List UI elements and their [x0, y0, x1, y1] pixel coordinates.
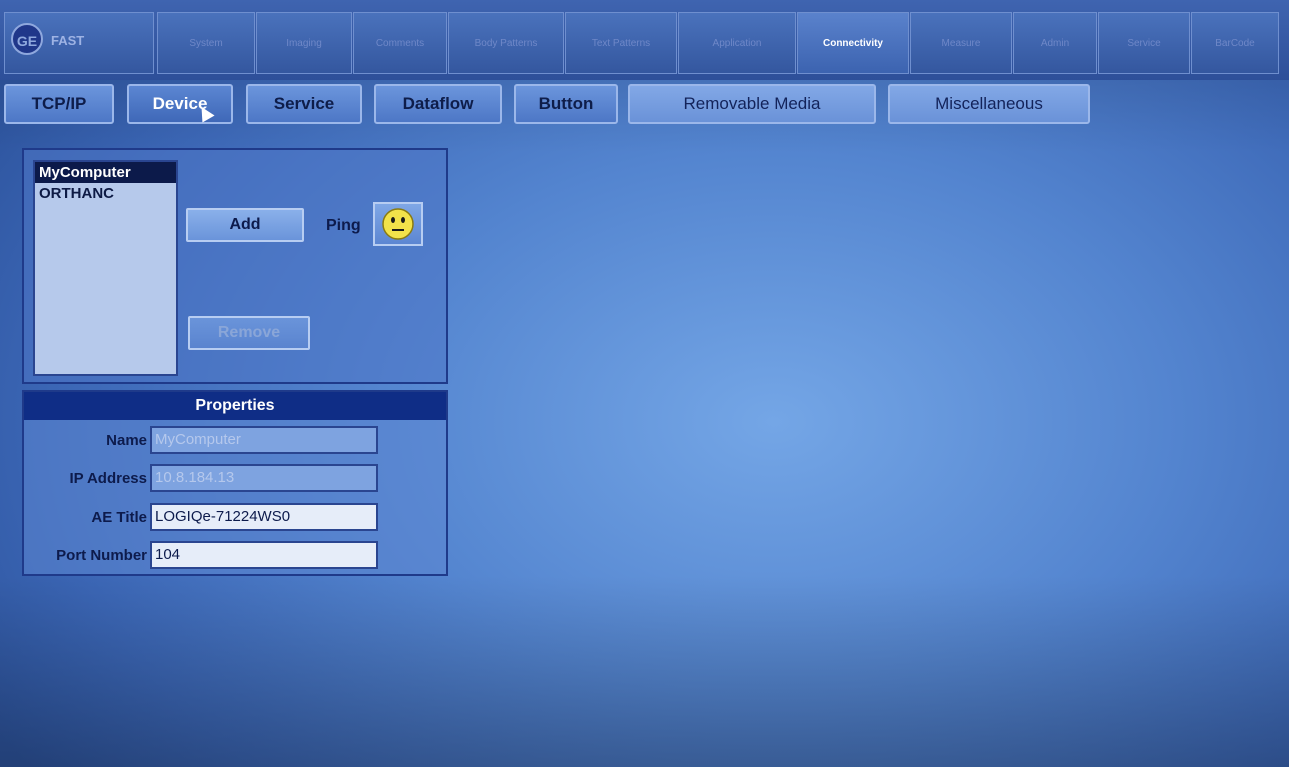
device-list-item[interactable]: ORTHANC — [35, 183, 176, 204]
name-label: Name — [106, 432, 147, 449]
add-device-button[interactable]: Add — [186, 208, 304, 242]
port-number-label: Port Number — [56, 547, 147, 564]
subtab-button[interactable]: Button — [514, 84, 618, 124]
port-number-field[interactable]: 104 — [150, 541, 378, 569]
ge-emblem-icon: GE — [11, 23, 43, 55]
subtab-service[interactable]: Service — [246, 84, 362, 124]
ping-label: Ping — [326, 217, 361, 234]
ip-address-label: IP Address — [69, 470, 147, 487]
subtab-miscellaneous[interactable]: Miscellaneous — [888, 84, 1090, 124]
fast-label: FAST — [51, 33, 85, 48]
remove-device-button[interactable]: Remove — [188, 316, 310, 350]
ae-title-field[interactable]: LOGIQe-71224WS0 — [150, 503, 378, 531]
tab-connectivity[interactable]: Connectivity — [797, 12, 909, 74]
neutral-face-icon — [382, 208, 414, 240]
tab-application[interactable]: Application — [678, 12, 796, 74]
ge-logo: GE FAST — [4, 12, 154, 74]
device-list[interactable]: MyComputer ORTHANC — [33, 160, 178, 376]
tab-imaging[interactable]: Imaging — [256, 12, 352, 74]
tab-body-patterns[interactable]: Body Patterns — [448, 12, 564, 74]
subtab-tcpip[interactable]: TCP/IP — [4, 84, 114, 124]
tab-admin[interactable]: Admin — [1013, 12, 1097, 74]
subtab-device[interactable]: Device — [127, 84, 233, 124]
tab-measure[interactable]: Measure — [910, 12, 1012, 74]
ae-title-label: AE Title — [91, 509, 147, 526]
properties-header: Properties — [24, 392, 446, 420]
tab-barcode[interactable]: BarCode — [1191, 12, 1279, 74]
subtab-dataflow[interactable]: Dataflow — [374, 84, 502, 124]
tab-service[interactable]: Service — [1098, 12, 1190, 74]
device-list-item[interactable]: MyComputer — [35, 162, 176, 183]
tab-comments[interactable]: Comments — [353, 12, 447, 74]
tab-text-patterns[interactable]: Text Patterns — [565, 12, 677, 74]
ip-address-field[interactable]: 10.8.184.13 — [150, 464, 378, 492]
ping-button[interactable] — [373, 202, 423, 246]
name-field[interactable]: MyComputer — [150, 426, 378, 454]
top-navigation-bar: GE FAST System Imaging Comments Body Pat… — [0, 0, 1289, 80]
subtab-removable-media[interactable]: Removable Media — [628, 84, 876, 124]
tab-system[interactable]: System — [157, 12, 255, 74]
